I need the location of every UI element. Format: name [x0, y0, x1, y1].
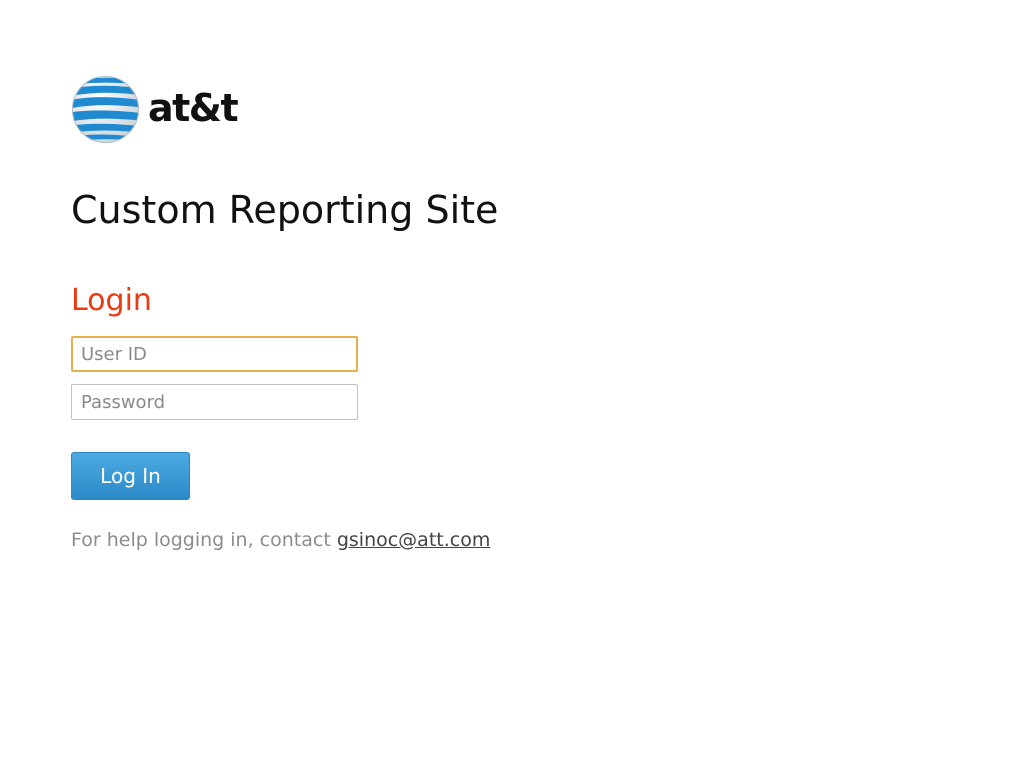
- login-heading: Login: [71, 283, 152, 318]
- page-title: Custom Reporting Site: [71, 188, 499, 232]
- password-input[interactable]: [71, 384, 358, 420]
- login-page: at&t Custom Reporting Site Login Log In …: [0, 0, 1024, 768]
- login-button[interactable]: Log In: [71, 452, 190, 500]
- help-email-link[interactable]: gsinoc@att.com: [337, 529, 491, 551]
- help-text: For help logging in, contact gsinoc@att.…: [71, 529, 490, 551]
- brand-logo: at&t: [71, 75, 239, 144]
- brand-wordmark: at&t: [148, 85, 239, 130]
- help-text-label: For help logging in, contact: [71, 529, 337, 551]
- user-id-input[interactable]: [71, 336, 358, 372]
- globe-icon: [71, 75, 140, 144]
